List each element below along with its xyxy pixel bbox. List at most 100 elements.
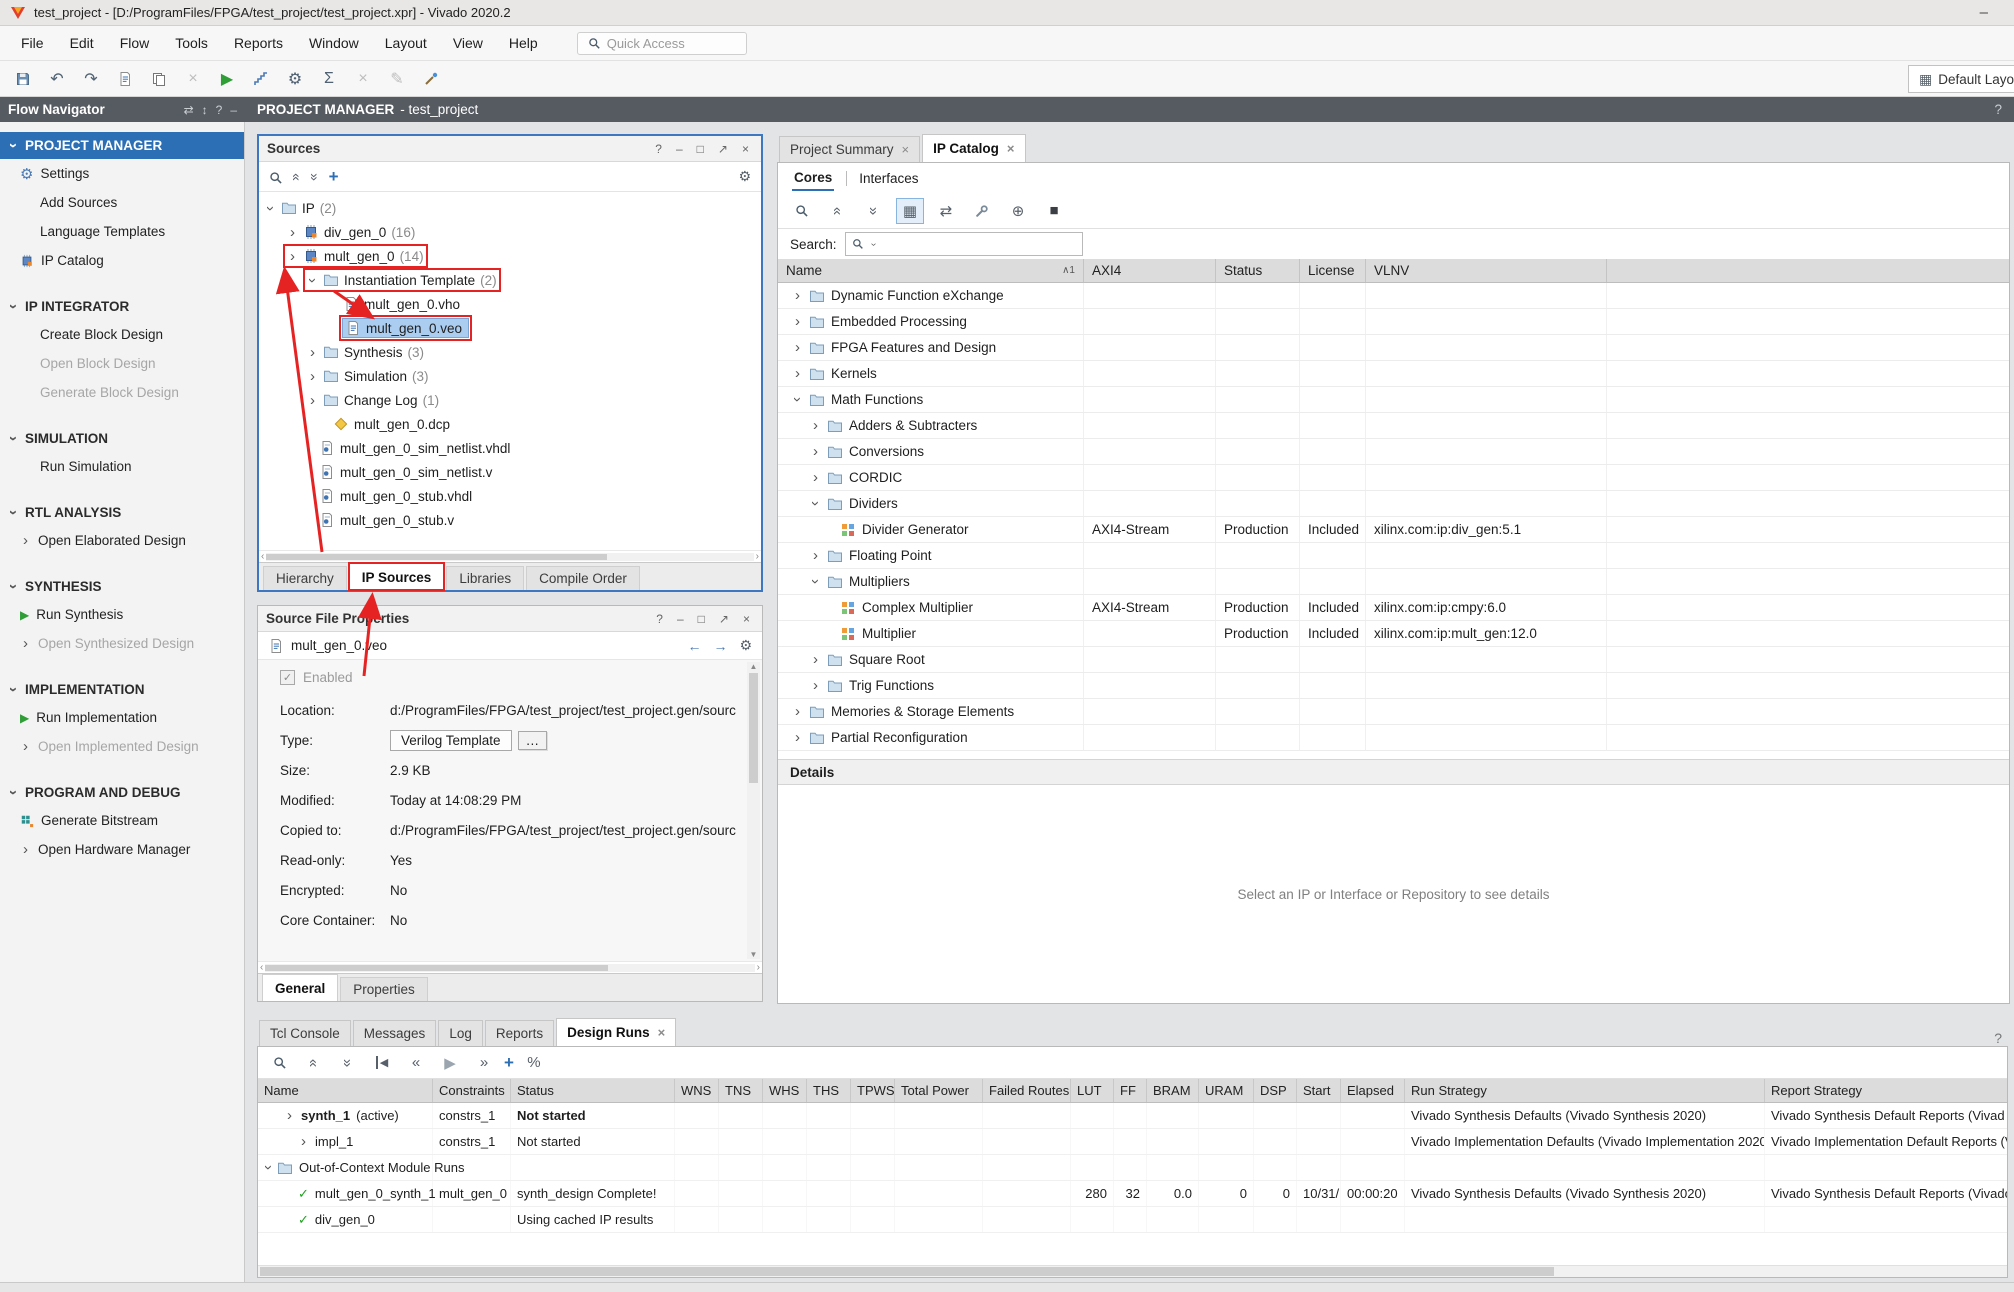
minimize-window-button[interactable]: – xyxy=(1964,4,2004,21)
catalog-row[interactable]: ›Partial Reconfiguration xyxy=(778,725,2009,751)
help-icon[interactable]: ? xyxy=(652,612,667,626)
catalog-row[interactable]: ›Memories & Storage Elements xyxy=(778,699,2009,725)
tree-item-instantiation-template[interactable]: ›Instantiation Template(2) xyxy=(259,268,761,292)
nav-item-settings[interactable]: ⚙Settings xyxy=(0,159,244,188)
catalog-row[interactable]: ›Adders & Subtracters xyxy=(778,413,2009,439)
minimize-icon[interactable]: – xyxy=(230,103,237,117)
run-row-ooc-module-runs[interactable]: ›Out-of-Context Module Runs xyxy=(258,1155,2007,1181)
column-vlnv[interactable]: VLNV xyxy=(1366,259,1607,282)
tree-item-sim-netlist-vhdl[interactable]: mult_gen_0_sim_netlist.vhdl xyxy=(259,436,761,460)
nav-header-simulation[interactable]: ›SIMULATION xyxy=(0,425,244,452)
tree-item-change-log[interactable]: ›Change Log(1) xyxy=(259,388,761,412)
column-start[interactable]: Start xyxy=(1297,1079,1341,1102)
reports-sigma-button[interactable]: Σ xyxy=(314,65,344,93)
column-constraints[interactable]: Constraints xyxy=(433,1079,511,1102)
help-icon[interactable]: ? xyxy=(1994,102,2002,117)
maximize-icon[interactable]: □ xyxy=(693,142,708,156)
column-status[interactable]: Status xyxy=(511,1079,675,1102)
column-wns[interactable]: WNS xyxy=(675,1079,719,1102)
tab-hierarchy[interactable]: Hierarchy xyxy=(263,566,347,590)
run-row-impl-1[interactable]: ›impl_1 constrs_1 Not started Vivado Imp… xyxy=(258,1129,2007,1155)
add-repository-icon[interactable]: ⊕ xyxy=(1004,198,1032,224)
column-lut[interactable]: LUT xyxy=(1071,1079,1114,1102)
scroll-thumb[interactable] xyxy=(265,965,608,971)
tree-item-mult-gen-0-vho[interactable]: mult_gen_0.vho xyxy=(259,292,761,316)
swap-icon[interactable]: ⇄ xyxy=(184,103,194,117)
catalog-row[interactable]: ›Embedded Processing xyxy=(778,309,2009,335)
save-button[interactable] xyxy=(8,65,38,93)
close-icon[interactable]: × xyxy=(1007,141,1015,156)
chevron-right-icon[interactable]: › xyxy=(792,342,803,353)
nav-item-open-elaborated-design[interactable]: ›Open Elaborated Design xyxy=(0,526,244,555)
tree-item-stub-v[interactable]: mult_gen_0_stub.v xyxy=(259,508,761,532)
catalog-row[interactable]: ›Trig Functions xyxy=(778,673,2009,699)
close-icon[interactable]: × xyxy=(902,142,910,157)
tree-item-ip[interactable]: ›IP(2) xyxy=(259,196,761,220)
scroll-down-icon[interactable]: ▼ xyxy=(750,950,758,959)
float-icon[interactable]: ↗ xyxy=(715,612,733,626)
chevron-down-icon[interactable]: › xyxy=(810,576,821,587)
column-name[interactable]: Name xyxy=(258,1079,433,1102)
compare-versions-icon[interactable]: ⇄ xyxy=(932,198,960,224)
nav-item-open-block-design[interactable]: Open Block Design xyxy=(0,349,244,378)
nav-header-program-and-debug[interactable]: ›PROGRAM AND DEBUG xyxy=(0,779,244,806)
column-name[interactable]: Name∧1 xyxy=(778,259,1084,282)
enabled-checkbox[interactable]: ✓ xyxy=(280,670,295,685)
tree-item-sim-netlist-v[interactable]: mult_gen_0_sim_netlist.v xyxy=(259,460,761,484)
nav-item-run-synthesis[interactable]: ▶Run Synthesis xyxy=(0,600,244,629)
catalog-search-input[interactable]: › xyxy=(845,232,1083,256)
delete-button[interactable]: × xyxy=(178,65,208,93)
scroll-thumb[interactable] xyxy=(260,1267,1554,1276)
scroll-track[interactable] xyxy=(265,964,754,972)
nav-header-synthesis[interactable]: ›SYNTHESIS xyxy=(0,573,244,600)
chevron-right-icon[interactable]: › xyxy=(810,654,821,665)
chevron-right-icon[interactable]: › xyxy=(792,706,803,717)
menu-reports[interactable]: Reports xyxy=(221,30,296,56)
run-button[interactable]: ▶ xyxy=(212,65,242,93)
chevron-right-icon[interactable]: › xyxy=(810,420,821,431)
step-forward-icon[interactable]: » xyxy=(470,1050,498,1076)
float-icon[interactable]: ↗ xyxy=(714,142,732,156)
ip-settings-icon[interactable] xyxy=(968,198,996,224)
browse-button[interactable]: … xyxy=(518,731,548,750)
nav-item-add-sources[interactable]: Add Sources xyxy=(0,188,244,217)
copy-button[interactable] xyxy=(144,65,174,93)
chevron-right-icon[interactable]: › xyxy=(287,227,298,238)
scroll-thumb[interactable] xyxy=(266,554,607,560)
column-total-power[interactable]: Total Power xyxy=(895,1079,983,1102)
collapse-all-icon[interactable]: « xyxy=(289,173,305,181)
run-icon[interactable]: ▶ xyxy=(436,1050,464,1076)
undo-button[interactable]: ↶ xyxy=(42,65,72,93)
chevron-right-icon[interactable]: › xyxy=(287,251,298,262)
search-icon[interactable] xyxy=(269,168,283,184)
nav-item-open-implemented-design[interactable]: ›Open Implemented Design xyxy=(0,732,244,761)
horizontal-scrollbar[interactable]: ‹› xyxy=(258,961,762,973)
tree-item-simulation[interactable]: ›Simulation(3) xyxy=(259,364,761,388)
menu-view[interactable]: View xyxy=(440,30,496,56)
chevron-right-icon[interactable]: › xyxy=(307,395,318,406)
close-icon[interactable]: × xyxy=(738,142,753,156)
forward-arrow-icon[interactable]: → xyxy=(713,638,727,654)
menu-layout[interactable]: Layout xyxy=(372,30,440,56)
settings-gear-icon[interactable]: ⚙ xyxy=(739,637,752,654)
back-arrow-icon[interactable]: ← xyxy=(687,638,701,654)
catalog-row-complex-multiplier[interactable]: Complex MultiplierAXI4-StreamProductionI… xyxy=(778,595,2009,621)
minimize-icon[interactable]: – xyxy=(672,142,687,156)
catalog-row[interactable]: ›Dynamic Function eXchange xyxy=(778,283,2009,309)
chevron-right-icon[interactable]: › xyxy=(810,680,821,691)
column-ths[interactable]: THS xyxy=(807,1079,851,1102)
chevron-right-icon[interactable]: › xyxy=(792,316,803,327)
chevron-down-icon[interactable]: › xyxy=(265,203,276,214)
scroll-thumb[interactable] xyxy=(749,673,758,783)
maximize-icon[interactable]: □ xyxy=(694,612,709,626)
close-icon[interactable]: × xyxy=(658,1025,666,1040)
tree-item-stub-vhdl[interactable]: mult_gen_0_stub.vhdl xyxy=(259,484,761,508)
catalog-row[interactable]: ›Floating Point xyxy=(778,543,2009,569)
nav-header-project-manager[interactable]: ›PROJECT MANAGER xyxy=(0,132,244,159)
search-icon[interactable] xyxy=(788,198,816,224)
nav-item-open-hardware-manager[interactable]: ›Open Hardware Manager xyxy=(0,835,244,864)
menu-tools[interactable]: Tools xyxy=(162,30,221,56)
tab-reports[interactable]: Reports xyxy=(485,1020,554,1046)
vertical-scrollbar[interactable]: ▲▼ xyxy=(747,662,760,959)
chevron-right-icon[interactable]: › xyxy=(810,472,821,483)
